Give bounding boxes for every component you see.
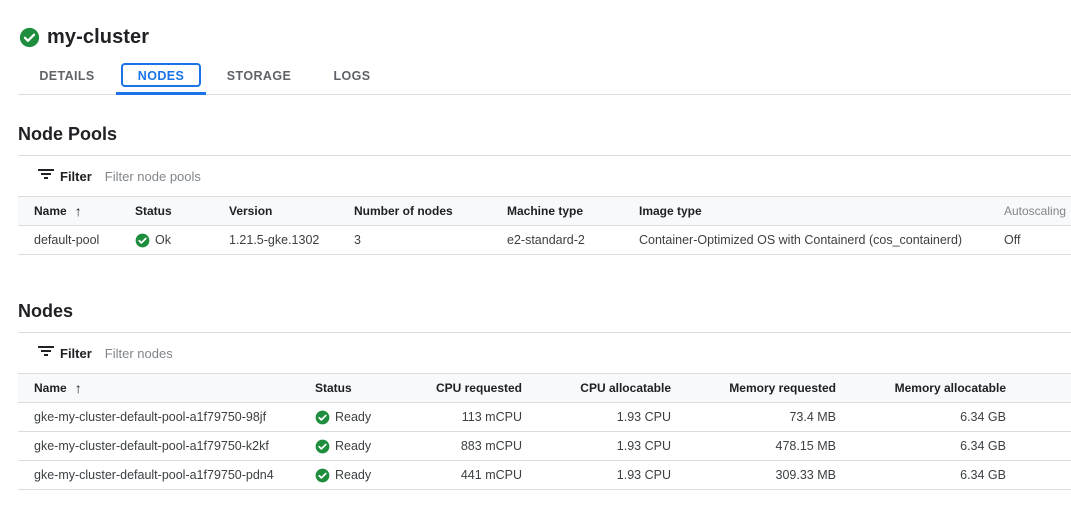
cpu-requested-cell: 113 mCPU [417, 402, 522, 432]
node-name-link[interactable]: gke-my-cluster-default-pool-a1f79750-k2k… [18, 431, 315, 461]
check-circle-icon [315, 439, 330, 454]
nodes-heading: Nodes [18, 301, 74, 321]
cpu-requested-cell: 883 mCPU [417, 431, 522, 461]
column-header-image-type[interactable]: Image type [639, 197, 1004, 226]
cluster-header: my-cluster [19, 24, 149, 50]
tab-details[interactable]: DETAILS [18, 62, 116, 94]
column-header-cpu-requested[interactable]: CPU requested [417, 374, 522, 403]
cpu-requested-cell: 441 mCPU [417, 460, 522, 490]
column-header-cpu-allocatable[interactable]: CPU allocatable [522, 374, 671, 403]
sort-ascending-icon[interactable]: ↑ [75, 203, 82, 219]
check-circle-icon [135, 233, 150, 248]
table-row[interactable]: gke-my-cluster-default-pool-a1f79750-98j… [18, 402, 1071, 432]
status-cell: Ready [315, 402, 417, 432]
filter-list-icon [38, 167, 54, 185]
nodes-filter-button[interactable]: Filter [38, 344, 92, 362]
node-pools-table: Name ↑ Status Version Number of nodes Mac… [18, 196, 1071, 255]
table-header-row: Name ↑ Status Version Number of nodes Mac… [18, 196, 1071, 226]
node-count-cell: 3 [354, 225, 507, 255]
column-header-name[interactable]: Name ↑ [18, 197, 135, 226]
tab-logs[interactable]: LOGS [318, 62, 386, 94]
nodes-filter-input[interactable] [104, 345, 505, 361]
memory-allocatable-cell: 6.34 GB [836, 431, 1006, 461]
column-header-name[interactable]: Name ↑ [18, 374, 315, 403]
node-pools-heading: Node Pools [18, 124, 118, 144]
check-circle-icon [19, 27, 40, 48]
status-cell: Ok [135, 225, 229, 255]
node-pools-filter-bar: Filter [18, 156, 1071, 196]
node-pool-name-link[interactable]: default-pool [18, 225, 135, 255]
machine-type-cell: e2-standard-2 [507, 225, 639, 255]
table-row[interactable]: gke-my-cluster-default-pool-a1f79750-pdn… [18, 460, 1071, 490]
column-header-version[interactable]: Version [229, 197, 354, 226]
column-header-status[interactable]: Status [315, 374, 417, 403]
memory-requested-cell: 73.4 MB [671, 402, 836, 432]
table-row[interactable]: default-pool Ok 1.21.5-gke.1302 3 e2-sta… [18, 225, 1071, 255]
check-circle-icon [315, 468, 330, 483]
node-name-link[interactable]: gke-my-cluster-default-pool-a1f79750-98j… [18, 402, 315, 432]
status-text: Ready [335, 439, 372, 453]
filter-list-icon [38, 344, 54, 362]
tab-bar: DETAILS NODES STORAGE LOGS [18, 62, 1071, 95]
table-row[interactable]: gke-my-cluster-default-pool-a1f79750-k2k… [18, 431, 1071, 461]
column-header-autoscaling[interactable]: Autoscaling [1004, 197, 1071, 226]
column-header-machine-type[interactable]: Machine type [507, 197, 639, 226]
page-title: my-cluster [47, 25, 150, 48]
status-text: Ready [335, 410, 372, 424]
column-header-memory-requested[interactable]: Memory requested [671, 374, 836, 403]
version-cell: 1.21.5-gke.1302 [229, 225, 354, 255]
column-header-number-of-nodes[interactable]: Number of nodes [354, 197, 507, 226]
table-header-row: Name ↑ Status CPU requested CPU allocatab… [18, 373, 1071, 403]
node-name-link[interactable]: gke-my-cluster-default-pool-a1f79750-pdn… [18, 460, 315, 490]
tab-storage[interactable]: STORAGE [212, 62, 306, 94]
column-header-status[interactable]: Status [135, 197, 229, 226]
status-cell: Ready [315, 460, 417, 490]
status-cell: Ready [315, 431, 417, 461]
cpu-allocatable-cell: 1.93 CPU [522, 460, 671, 490]
nodes-table: Name ↑ Status CPU requested CPU allocatab… [18, 373, 1071, 490]
memory-requested-cell: 309.33 MB [671, 460, 836, 490]
column-header-memory-allocatable[interactable]: Memory allocatable [836, 374, 1006, 403]
tab-nodes[interactable]: NODES [116, 62, 206, 95]
active-tab-indicator [116, 92, 206, 95]
memory-allocatable-cell: 6.34 GB [836, 402, 1006, 432]
autoscaling-cell: Off [1004, 225, 1071, 255]
cpu-allocatable-cell: 1.93 CPU [522, 402, 671, 432]
node-pools-filter-input[interactable] [104, 168, 505, 184]
memory-requested-cell: 478.15 MB [671, 431, 836, 461]
status-text: Ok [155, 233, 171, 247]
image-type-cell: Container-Optimized OS with Containerd (… [639, 225, 1004, 255]
memory-allocatable-cell: 6.34 GB [836, 460, 1006, 490]
cpu-allocatable-cell: 1.93 CPU [522, 431, 671, 461]
check-circle-icon [315, 410, 330, 425]
status-text: Ready [335, 468, 372, 482]
node-pools-filter-button[interactable]: Filter [38, 167, 92, 185]
column-header-spacer [1006, 374, 1071, 403]
sort-ascending-icon[interactable]: ↑ [75, 380, 82, 396]
nodes-filter-bar: Filter [18, 333, 1071, 373]
